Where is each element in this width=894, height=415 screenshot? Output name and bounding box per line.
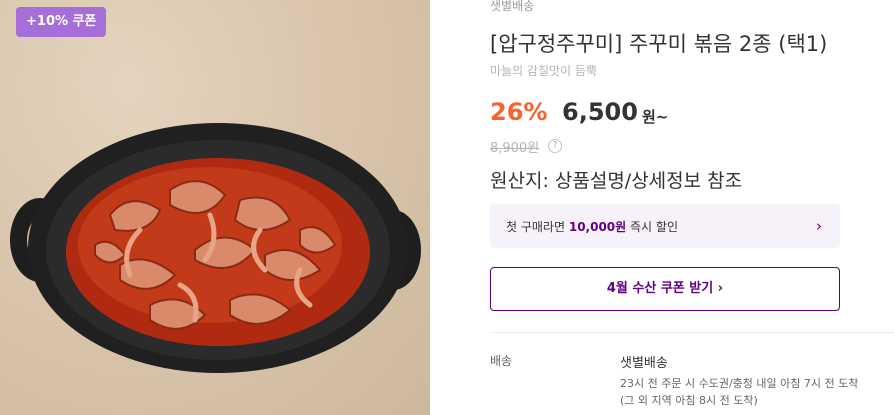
- product-subtitle: 마늘의 감칠맛이 듬뿍: [490, 64, 597, 78]
- shipping-detail: 23시 전 주문 시 수도권/충청 내일 아침 7시 전 도착: [620, 377, 859, 390]
- discount-rate: 26%: [490, 98, 548, 126]
- coupon-badge: +10% 쿠폰: [16, 7, 107, 37]
- dish-illustration: [10, 123, 421, 373]
- first-order-suffix: 즉시 할인: [626, 220, 678, 234]
- origin-info: 원산지: 상품설명/상세정보 참조: [490, 170, 743, 192]
- price-unit: 원~: [642, 108, 669, 126]
- question-circle-icon[interactable]: ?: [548, 139, 562, 153]
- get-coupon-button[interactable]: 4월 수산 쿠폰 받기 ›: [490, 267, 840, 311]
- first-order-discount-banner[interactable]: 첫 구매라면 10,000원 즉시 할인 ›: [490, 204, 840, 248]
- chevron-right-icon: ›: [816, 217, 822, 235]
- first-order-text: 첫 구매라면 10,000원 즉시 할인: [506, 218, 678, 235]
- product-image: +10% 쿠폰: [0, 0, 430, 415]
- shipping-detail-note: (그 외 지역 아침 8시 전 도착): [620, 394, 758, 407]
- product-title: [압구정주꾸미] 주꾸미 볶음 2종 (택1): [490, 32, 828, 56]
- original-price: 8,900원: [490, 141, 540, 156]
- first-order-prefix: 첫 구매라면: [506, 220, 569, 234]
- first-order-amount: 10,000원: [568, 220, 627, 234]
- divider: [490, 332, 894, 333]
- shipping-title: 샛별배송: [620, 356, 668, 371]
- shipping-label: 배송: [490, 354, 513, 368]
- delivery-type-label: 샛별배송: [490, 0, 535, 13]
- sale-price: 6,500: [562, 98, 638, 126]
